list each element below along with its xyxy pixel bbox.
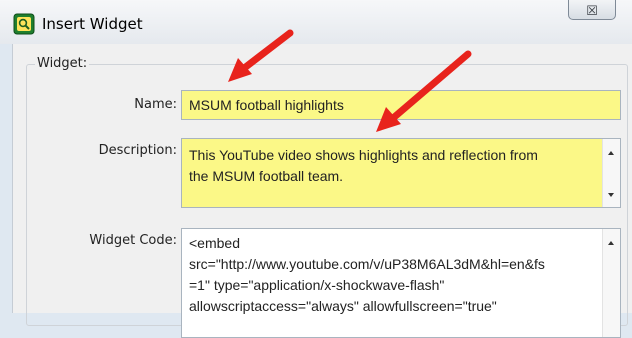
annotation-layer: [228, 29, 472, 132]
red-arrow-icon: [376, 50, 472, 132]
red-arrow-icon: [228, 29, 294, 82]
